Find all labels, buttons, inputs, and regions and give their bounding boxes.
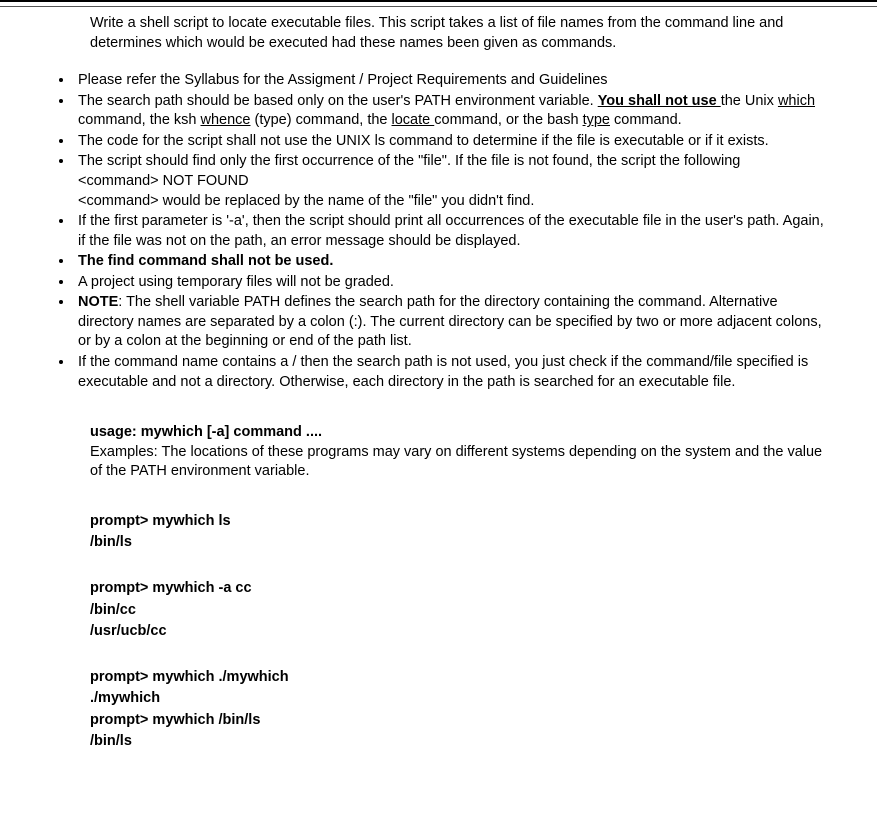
usage-section: usage: mywhich [-a] command .... Example… <box>90 423 827 482</box>
cmd-whence: whence <box>201 112 251 128</box>
example-prompt: prompt> mywhich ./mywhich <box>90 668 827 688</box>
bullet-note: NOTE: The shell variable PATH defines th… <box>74 293 827 352</box>
intro-paragraph: Write a shell script to locate executabl… <box>90 14 827 53</box>
text-segment: command, or the bash <box>434 112 582 128</box>
text-segment: the Unix <box>721 93 778 109</box>
example-output: ./mywhich <box>90 689 827 709</box>
bullet-syllabus: Please refer the Syllabus for the Assigm… <box>74 71 827 91</box>
example-prompt: prompt> mywhich /bin/ls <box>90 711 827 731</box>
text-forbidden: You shall not use <box>598 93 721 109</box>
document-page: Write a shell script to locate executabl… <box>0 0 877 818</box>
note-text: : The shell variable PATH defines the se… <box>78 294 822 349</box>
bullet-first-occurrence: The script should find only the first oc… <box>74 152 827 211</box>
example-1: prompt> mywhich ls /bin/ls <box>90 512 827 553</box>
bullet-slash-handling: If the command name contains a / then th… <box>74 353 827 392</box>
bullet-no-ls: The code for the script shall not use th… <box>74 132 827 152</box>
bullet-no-find: The find command shall not be used. <box>74 252 827 272</box>
note-label: NOTE <box>78 294 118 310</box>
example-prompt: prompt> mywhich ls <box>90 512 827 532</box>
example-output: /bin/ls <box>90 533 827 553</box>
bullet-path-restrictions: The search path should be based only on … <box>74 92 827 131</box>
usage-description: Examples: The locations of these program… <box>90 443 827 482</box>
cmd-locate: locate <box>392 112 435 128</box>
example-output: /bin/ls <box>90 732 827 752</box>
bullet-no-temp-files: A project using temporary files will not… <box>74 273 827 293</box>
example-output: /usr/ucb/cc <box>90 622 827 642</box>
example-2: prompt> mywhich -a cc /bin/cc /usr/ucb/c… <box>90 579 827 642</box>
text-segment: command. <box>610 112 682 128</box>
cmd-which: which <box>778 93 815 109</box>
example-output: /bin/cc <box>90 601 827 621</box>
text-line: <command> NOT FOUND <box>78 173 249 189</box>
text-line: <command> would be replaced by the name … <box>78 193 534 209</box>
cmd-type: type <box>583 112 610 128</box>
bullet-all-flag: If the first parameter is '-a', then the… <box>74 212 827 251</box>
example-3: prompt> mywhich ./mywhich ./mywhich prom… <box>90 668 827 752</box>
text-segment: The search path should be based only on … <box>78 93 598 109</box>
usage-heading: usage: mywhich [-a] command .... <box>90 423 827 443</box>
text-line: The script should find only the first oc… <box>78 153 740 169</box>
example-prompt: prompt> mywhich -a cc <box>90 579 827 599</box>
requirements-list: Please refer the Syllabus for the Assigm… <box>30 71 827 392</box>
text-segment: (type) command, the <box>250 112 391 128</box>
text-segment: command, the ksh <box>78 112 201 128</box>
